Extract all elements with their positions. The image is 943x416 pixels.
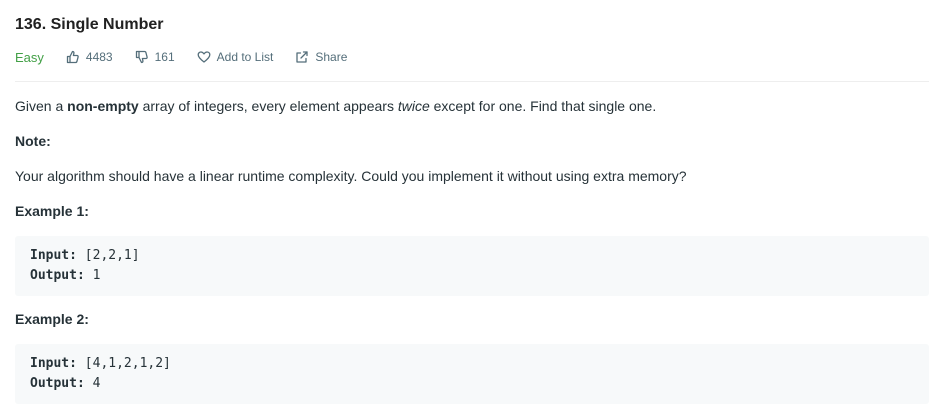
statement-text: except for one. Find that single one. bbox=[429, 98, 657, 114]
note-heading: Note: bbox=[15, 133, 51, 149]
example-2-output-line: Output: 4 bbox=[30, 374, 914, 394]
statement-bold: non-empty bbox=[67, 98, 139, 114]
output-label: Output: bbox=[30, 268, 85, 283]
output-value: 1 bbox=[84, 268, 101, 283]
thumbs-down-icon bbox=[135, 50, 148, 64]
dislikes-count: 161 bbox=[154, 50, 175, 64]
thumbs-up-icon bbox=[66, 50, 79, 64]
share-label: Share bbox=[315, 50, 348, 64]
add-to-list-label: Add to List bbox=[216, 50, 274, 64]
dislike-button[interactable]: 161 bbox=[135, 50, 175, 64]
problem-title: 136. Single Number bbox=[15, 16, 164, 33]
likes-count: 4483 bbox=[85, 50, 113, 64]
input-value: [4,1,2,1,2] bbox=[76, 356, 171, 371]
output-value: 4 bbox=[84, 376, 101, 391]
example-2-code-block: Input: [4,1,2,1,2] Output: 4 bbox=[15, 344, 929, 404]
example-1-code-block: Input: [2,2,1] Output: 1 bbox=[15, 236, 929, 296]
share-icon bbox=[296, 51, 308, 63]
meta-divider bbox=[15, 81, 929, 82]
example-2-heading: Example 2: bbox=[15, 311, 89, 327]
statement-italic: twice bbox=[397, 98, 430, 114]
share-button[interactable]: Share bbox=[295, 50, 347, 64]
problem-meta-bar: Easy 4483 161 Add to List Share bbox=[15, 48, 369, 66]
problem-statement: Given a non-empty array of integers, eve… bbox=[15, 96, 656, 116]
example-1-heading: Example 1: bbox=[15, 203, 89, 219]
input-label: Input: bbox=[30, 248, 77, 263]
note-text: Your algorithm should have a linear runt… bbox=[15, 168, 687, 184]
input-value: [2,2,1] bbox=[76, 248, 140, 263]
statement-text: Given a bbox=[15, 98, 68, 114]
like-button[interactable]: 4483 bbox=[66, 50, 113, 64]
output-label: Output: bbox=[30, 376, 85, 391]
heart-icon bbox=[197, 51, 211, 63]
input-label: Input: bbox=[30, 356, 77, 371]
difficulty-badge: Easy bbox=[15, 49, 44, 65]
statement-text: array of integers, every element appears bbox=[138, 98, 398, 114]
example-1-output-line: Output: 1 bbox=[30, 266, 914, 286]
add-to-list-button[interactable]: Add to List bbox=[197, 50, 274, 64]
example-2-input-line: Input: [4,1,2,1,2] bbox=[30, 354, 914, 374]
example-1-input-line: Input: [2,2,1] bbox=[30, 246, 914, 266]
